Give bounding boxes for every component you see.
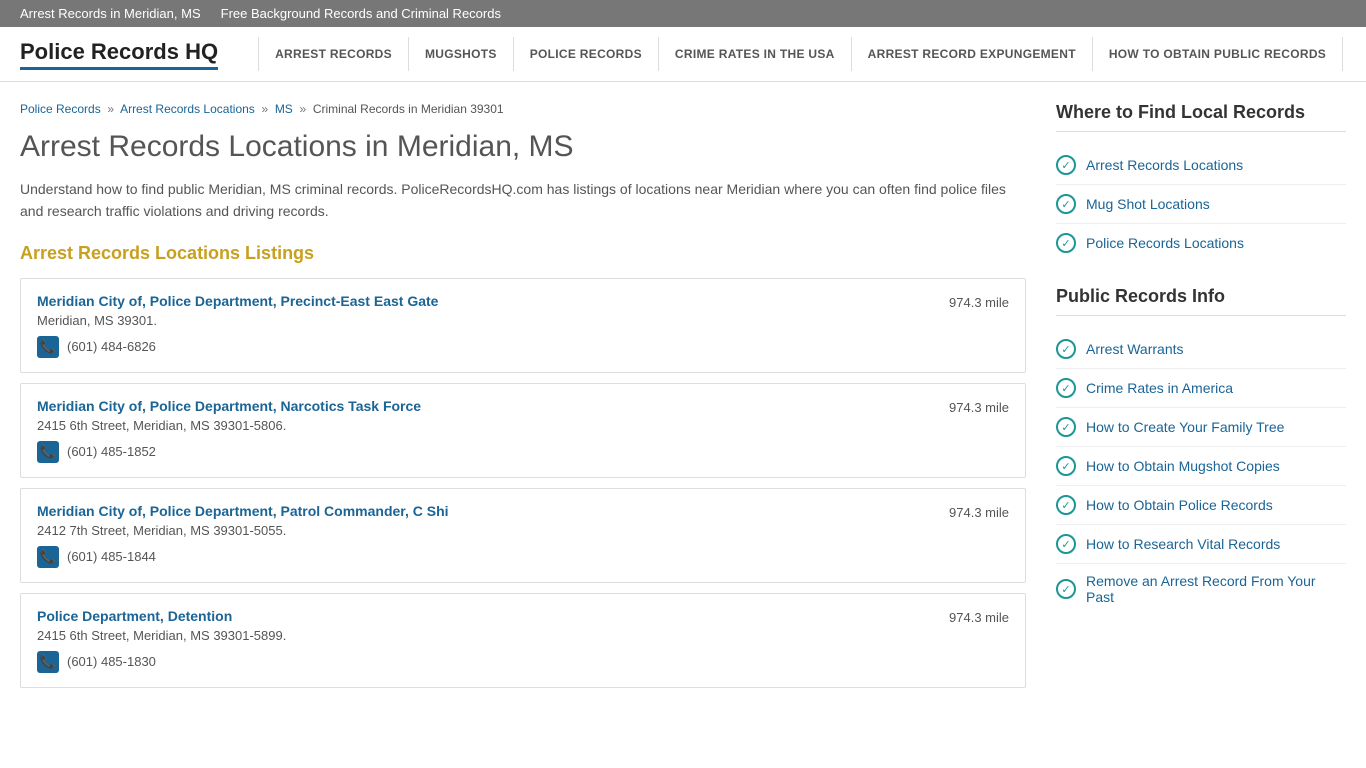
check-icon-3: ✓ [1056,233,1076,253]
breadcrumb: Police Records » Arrest Records Location… [20,102,1026,116]
nav-crime-rates[interactable]: CRIME RATES IN THE USA [659,37,852,71]
location-phone-1: 📞 (601) 485-1852 [37,441,1009,463]
location-address-0: Meridian, MS 39301. [37,313,438,328]
page-description: Understand how to find public Meridian, … [20,178,1026,223]
sidebar-label-arrest-warrants: Arrest Warrants [1086,341,1184,357]
sidebar-label-arrest-locations: Arrest Records Locations [1086,157,1243,173]
topbar-link-2[interactable]: Free Background Records and Criminal Rec… [221,6,501,21]
breadcrumb-ms[interactable]: MS [275,102,293,116]
sidebar-label-vital-records: How to Research Vital Records [1086,536,1280,552]
location-distance-1: 974.3 mile [949,398,1009,415]
location-card-1: Meridian City of, Police Department, Nar… [20,383,1026,478]
location-name-2: Meridian City of, Police Department, Pat… [37,503,449,519]
location-header-3: Police Department, Detention 2415 6th St… [37,608,1009,651]
location-header-0: Meridian City of, Police Department, Pre… [37,293,1009,336]
sidebar-link-police-records-loc[interactable]: ✓ Police Records Locations [1056,224,1346,262]
nav-arrest-records[interactable]: ARREST RECORDS [258,37,409,71]
sidebar-label-remove-arrest: Remove an Arrest Record From Your Past [1086,573,1346,605]
breadcrumb-current: Criminal Records in Meridian 39301 [313,102,504,116]
phone-number-2: (601) 485-1844 [67,549,156,564]
sidebar-public-records: Public Records Info ✓ Arrest Warrants ✓ … [1056,286,1346,614]
sidebar-label-family-tree: How to Create Your Family Tree [1086,419,1284,435]
check-icon-5: ✓ [1056,378,1076,398]
sidebar-link-mug-shots[interactable]: ✓ Mug Shot Locations [1056,185,1346,224]
location-name-1: Meridian City of, Police Department, Nar… [37,398,421,414]
location-name-3: Police Department, Detention [37,608,286,624]
sidebar-link-mugshot-copies[interactable]: ✓ How to Obtain Mugshot Copies [1056,447,1346,486]
sidebar-label-mug-shots: Mug Shot Locations [1086,196,1210,212]
phone-icon-2: 📞 [37,546,59,568]
location-distance-0: 974.3 mile [949,293,1009,310]
sidebar-link-family-tree[interactable]: ✓ How to Create Your Family Tree [1056,408,1346,447]
phone-icon-3: 📞 [37,651,59,673]
page-title: Arrest Records Locations in Meridian, MS [20,130,1026,164]
main-nav: ARREST RECORDS MUGSHOTS POLICE RECORDS C… [258,37,1346,71]
location-phone-0: 📞 (601) 484-6826 [37,336,1009,358]
location-name-0: Meridian City of, Police Department, Pre… [37,293,438,309]
check-icon-9: ✓ [1056,534,1076,554]
sidebar-link-remove-arrest[interactable]: ✓ Remove an Arrest Record From Your Past [1056,564,1346,614]
sidebar-label-crime-rates: Crime Rates in America [1086,380,1233,396]
top-bar: Arrest Records in Meridian, MS Free Back… [0,0,1366,27]
location-card-3: Police Department, Detention 2415 6th St… [20,593,1026,688]
check-icon-10: ✓ [1056,579,1076,599]
location-distance-3: 974.3 mile [949,608,1009,625]
header: Police Records HQ ARREST RECORDS MUGSHOT… [0,27,1366,82]
check-icon-8: ✓ [1056,495,1076,515]
location-phone-2: 📞 (601) 485-1844 [37,546,1009,568]
sidebar-title-1: Where to Find Local Records [1056,102,1346,132]
sidebar-link-arrest-locations[interactable]: ✓ Arrest Records Locations [1056,146,1346,185]
phone-icon-1: 📞 [37,441,59,463]
sidebar: Where to Find Local Records ✓ Arrest Rec… [1056,102,1346,698]
location-header-1: Meridian City of, Police Department, Nar… [37,398,1009,441]
sidebar-link-crime-rates[interactable]: ✓ Crime Rates in America [1056,369,1346,408]
location-cards: Meridian City of, Police Department, Pre… [20,278,1026,688]
nav-obtain-records[interactable]: HOW TO OBTAIN PUBLIC RECORDS [1093,37,1343,71]
location-address-3: 2415 6th Street, Meridian, MS 39301-5899… [37,628,286,643]
phone-number-1: (601) 485-1852 [67,444,156,459]
sidebar-label-mugshot-copies: How to Obtain Mugshot Copies [1086,458,1280,474]
phone-number-0: (601) 484-6826 [67,339,156,354]
topbar-link-1[interactable]: Arrest Records in Meridian, MS [20,6,201,21]
sidebar-link-vital-records[interactable]: ✓ How to Research Vital Records [1056,525,1346,564]
breadcrumb-police-records[interactable]: Police Records [20,102,101,116]
location-distance-2: 974.3 mile [949,503,1009,520]
phone-number-3: (601) 485-1830 [67,654,156,669]
location-address-1: 2415 6th Street, Meridian, MS 39301-5806… [37,418,421,433]
location-phone-3: 📞 (601) 485-1830 [37,651,1009,673]
check-icon-7: ✓ [1056,456,1076,476]
sidebar-link-arrest-warrants[interactable]: ✓ Arrest Warrants [1056,330,1346,369]
main-content: Police Records » Arrest Records Location… [20,102,1026,698]
page-container: Police Records » Arrest Records Location… [0,82,1366,718]
sidebar-link-obtain-police[interactable]: ✓ How to Obtain Police Records [1056,486,1346,525]
location-address-2: 2412 7th Street, Meridian, MS 39301-5055… [37,523,449,538]
check-icon-6: ✓ [1056,417,1076,437]
sidebar-label-police-records-loc: Police Records Locations [1086,235,1244,251]
check-icon-4: ✓ [1056,339,1076,359]
sidebar-label-obtain-police: How to Obtain Police Records [1086,497,1273,513]
check-icon-2: ✓ [1056,194,1076,214]
nav-expungement[interactable]: ARREST RECORD EXPUNGEMENT [852,37,1093,71]
logo[interactable]: Police Records HQ [20,39,218,70]
location-card-0: Meridian City of, Police Department, Pre… [20,278,1026,373]
sidebar-local-records: Where to Find Local Records ✓ Arrest Rec… [1056,102,1346,262]
location-header-2: Meridian City of, Police Department, Pat… [37,503,1009,546]
sidebar-title-2: Public Records Info [1056,286,1346,316]
location-card-2: Meridian City of, Police Department, Pat… [20,488,1026,583]
phone-icon-0: 📞 [37,336,59,358]
listings-heading: Arrest Records Locations Listings [20,243,1026,264]
check-icon-1: ✓ [1056,155,1076,175]
breadcrumb-arrest-locations[interactable]: Arrest Records Locations [120,102,255,116]
nav-police-records[interactable]: POLICE RECORDS [514,37,659,71]
nav-mugshots[interactable]: MUGSHOTS [409,37,514,71]
